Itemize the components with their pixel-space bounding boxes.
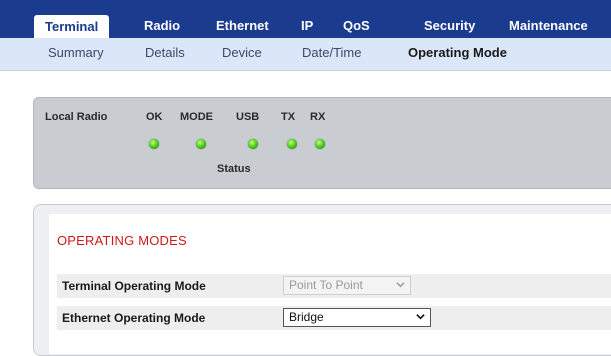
ethernet-operating-mode-value: Bridge (289, 310, 324, 324)
status-caption: Status (217, 163, 251, 175)
tab-terminal[interactable]: Terminal (34, 15, 110, 39)
terminal-operating-mode-value: Point To Point (289, 278, 363, 292)
tx-status-led-icon (287, 139, 297, 149)
subtab-details[interactable]: Details (145, 45, 185, 60)
tab-maintenance[interactable]: Maintenance (509, 14, 588, 38)
indicator-tx-label: TX (281, 111, 296, 123)
indicator-ok-label: OK (146, 111, 163, 123)
ok-status-led-icon (149, 139, 159, 149)
operating-modes-title: OPERATING MODES (57, 233, 187, 248)
ethernet-operating-mode-row: Ethernet Operating Mode Bridge (57, 306, 611, 330)
usb-status-led-icon (248, 139, 258, 149)
subtab-operating-mode[interactable]: Operating Mode (408, 45, 507, 60)
mode-status-led-icon (196, 139, 206, 149)
sub-nav-bar: Summary Details Device Date/Time Operati… (0, 38, 611, 71)
indicator-mode-label: MODE (180, 111, 213, 123)
terminal-operating-mode-label: Terminal Operating Mode (62, 279, 206, 293)
tab-ip[interactable]: IP (301, 14, 313, 38)
tab-ethernet[interactable]: Ethernet (216, 14, 269, 38)
rx-status-led-icon (315, 139, 325, 149)
tab-security[interactable]: Security (424, 14, 475, 38)
chevron-down-icon (396, 282, 405, 288)
terminal-operating-mode-select: Point To Point (283, 276, 411, 295)
indicator-rx-label: RX (310, 111, 326, 123)
tab-radio[interactable]: Radio (144, 14, 180, 38)
terminal-operating-mode-row: Terminal Operating Mode Point To Point (57, 274, 611, 298)
local-radio-label: Local Radio (45, 111, 108, 123)
indicator-usb-label: USB (236, 111, 260, 123)
ethernet-operating-mode-label: Ethernet Operating Mode (62, 311, 206, 325)
tab-qos[interactable]: QoS (343, 14, 370, 38)
subtab-date-time[interactable]: Date/Time (302, 45, 361, 60)
subtab-device[interactable]: Device (222, 45, 262, 60)
chevron-down-icon (416, 314, 425, 320)
subtab-summary[interactable]: Summary (48, 45, 104, 60)
ethernet-operating-mode-select[interactable]: Bridge (283, 308, 431, 327)
